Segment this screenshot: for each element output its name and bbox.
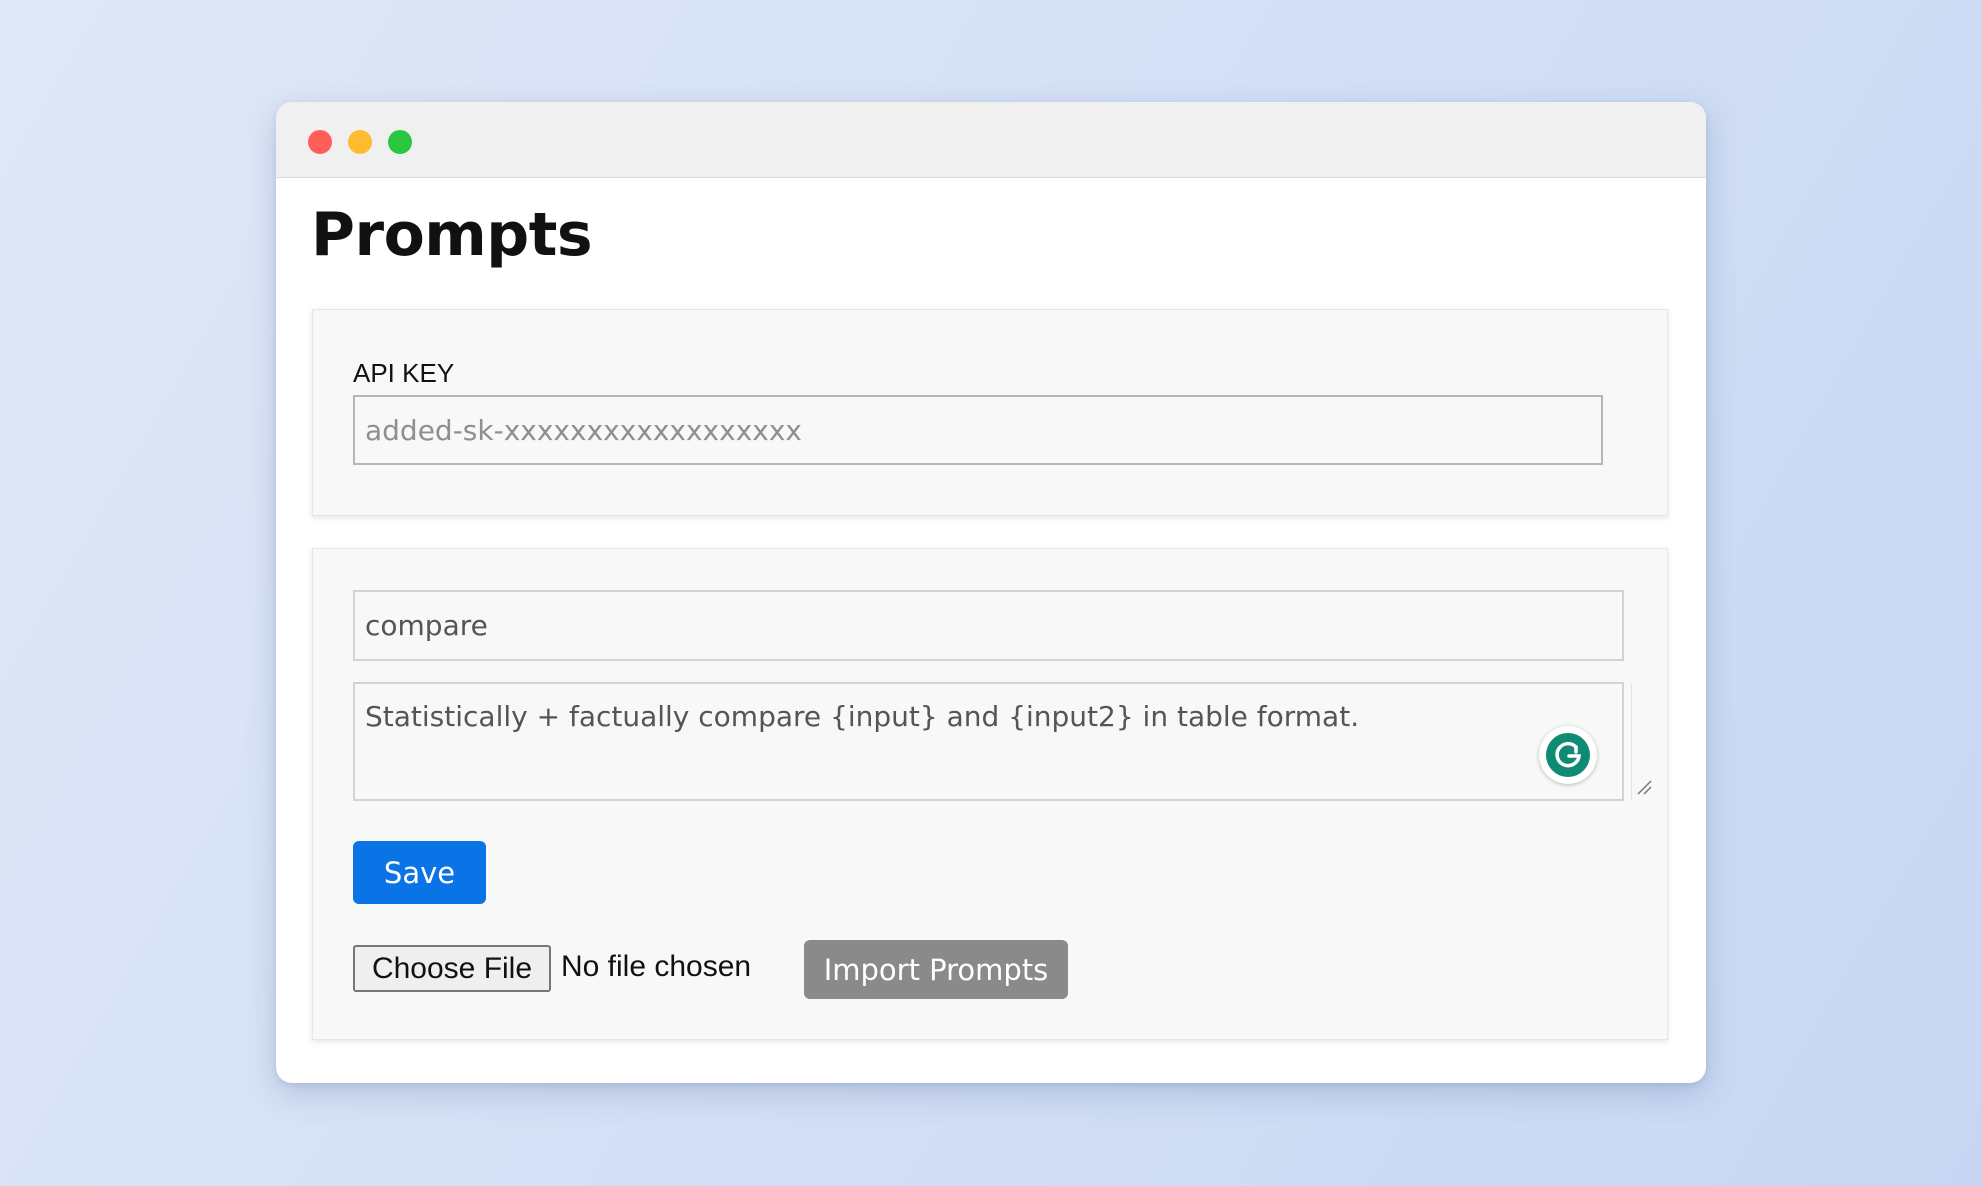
title-bar bbox=[276, 102, 1706, 178]
prompt-card: Statistically + factually compare {input… bbox=[312, 548, 1668, 1040]
app-window: Prompts API KEY Statistically + factuall… bbox=[276, 102, 1706, 1083]
grammarly-icon[interactable] bbox=[1539, 726, 1597, 784]
resize-grip-icon[interactable] bbox=[1635, 778, 1653, 796]
save-button[interactable]: Save bbox=[353, 841, 486, 904]
minimize-window-button[interactable] bbox=[348, 130, 372, 154]
prompt-text-area[interactable]: Statistically + factually compare {input… bbox=[353, 682, 1624, 801]
prompt-name-input[interactable] bbox=[353, 590, 1624, 661]
file-status-text: No file chosen bbox=[561, 950, 752, 983]
import-prompts-button[interactable]: Import Prompts bbox=[804, 940, 1068, 999]
close-window-button[interactable] bbox=[308, 130, 332, 154]
grammarly-g-icon bbox=[1546, 733, 1590, 777]
api-key-card: API KEY bbox=[312, 309, 1668, 516]
zoom-window-button[interactable] bbox=[388, 130, 412, 154]
choose-file-button[interactable]: Choose File bbox=[353, 945, 551, 992]
page-title: Prompts bbox=[311, 200, 593, 270]
api-key-input[interactable] bbox=[353, 395, 1603, 465]
api-key-label: API KEY bbox=[353, 358, 455, 388]
